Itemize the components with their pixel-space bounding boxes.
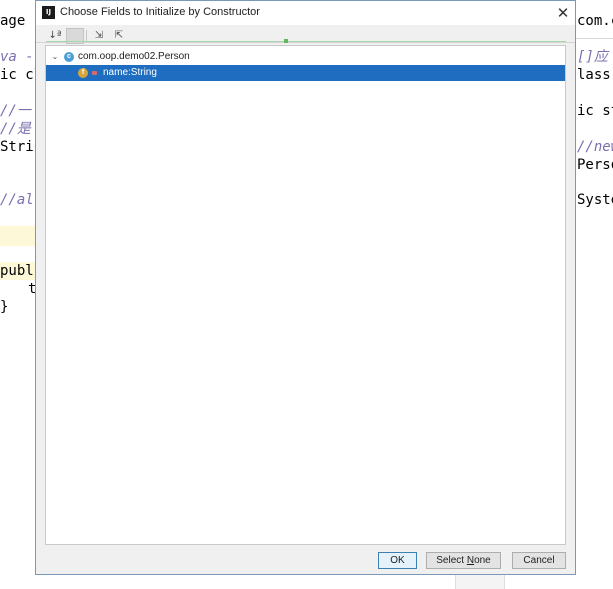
code-line: com.c <box>577 13 613 29</box>
field-icon: f <box>78 68 88 78</box>
ok-button[interactable]: OK <box>378 552 417 569</box>
select-none-label: Select <box>436 555 467 566</box>
choose-fields-dialog: IJ Choose Fields to Initialize by Constr… <box>35 0 576 575</box>
cancel-button[interactable]: Cancel <box>512 552 566 569</box>
select-none-button[interactable]: Select None <box>426 552 501 569</box>
editor-right-pane: com.c []应 lass ic st //new Perso Syste <box>575 0 613 589</box>
caret-line-highlight <box>0 226 36 246</box>
code-line: lass <box>577 67 611 83</box>
code-comment-line: va -- <box>0 49 36 65</box>
code-line: ic st <box>577 103 613 119</box>
class-icon: c <box>64 52 74 62</box>
private-lock-icon <box>92 71 97 75</box>
fields-tree[interactable]: ⌄ c com.oop.demo02.Person f name:String <box>45 45 566 545</box>
select-none-label-rest: one <box>474 555 491 566</box>
focus-indicator-dot <box>284 39 288 43</box>
background-panel-edge <box>455 575 505 589</box>
tree-node-field[interactable]: f name:String <box>46 65 565 81</box>
code-line: } <box>0 299 9 315</box>
code-comment-line: //alt <box>0 192 36 208</box>
focus-indicator <box>46 41 566 42</box>
tree-node-label: com.oop.demo02.Person <box>78 51 190 62</box>
editor-divider <box>575 38 613 39</box>
chevron-down-icon[interactable]: ⌄ <box>50 49 60 65</box>
dialog-title: Choose Fields to Initialize by Construct… <box>60 6 260 18</box>
intellij-logo-icon: IJ <box>42 6 55 19</box>
code-line: Perso <box>577 157 613 173</box>
tree-node-class[interactable]: ⌄ c com.oop.demo02.Person <box>46 49 565 65</box>
tree-node-label: name:String <box>103 67 157 78</box>
code-comment-line: //一 <box>0 103 31 119</box>
select-none-mnemonic: N <box>466 555 475 566</box>
code-line: ic cl <box>0 67 36 83</box>
code-line: publi <box>0 263 36 279</box>
code-comment-line: []应 <box>577 49 608 65</box>
close-button[interactable]: ✕ <box>554 4 572 22</box>
code-line: Strin <box>0 139 36 155</box>
code-line: age c <box>0 13 36 29</box>
editor-left-pane: age c va -- ic cl //一 //是 Strin //alt pu… <box>0 0 36 589</box>
code-comment-line: //new <box>577 139 613 155</box>
code-comment-line: //是 <box>0 121 31 137</box>
dialog-titlebar[interactable]: IJ Choose Fields to Initialize by Constr… <box>36 1 575 25</box>
code-line: Syste <box>577 192 613 208</box>
